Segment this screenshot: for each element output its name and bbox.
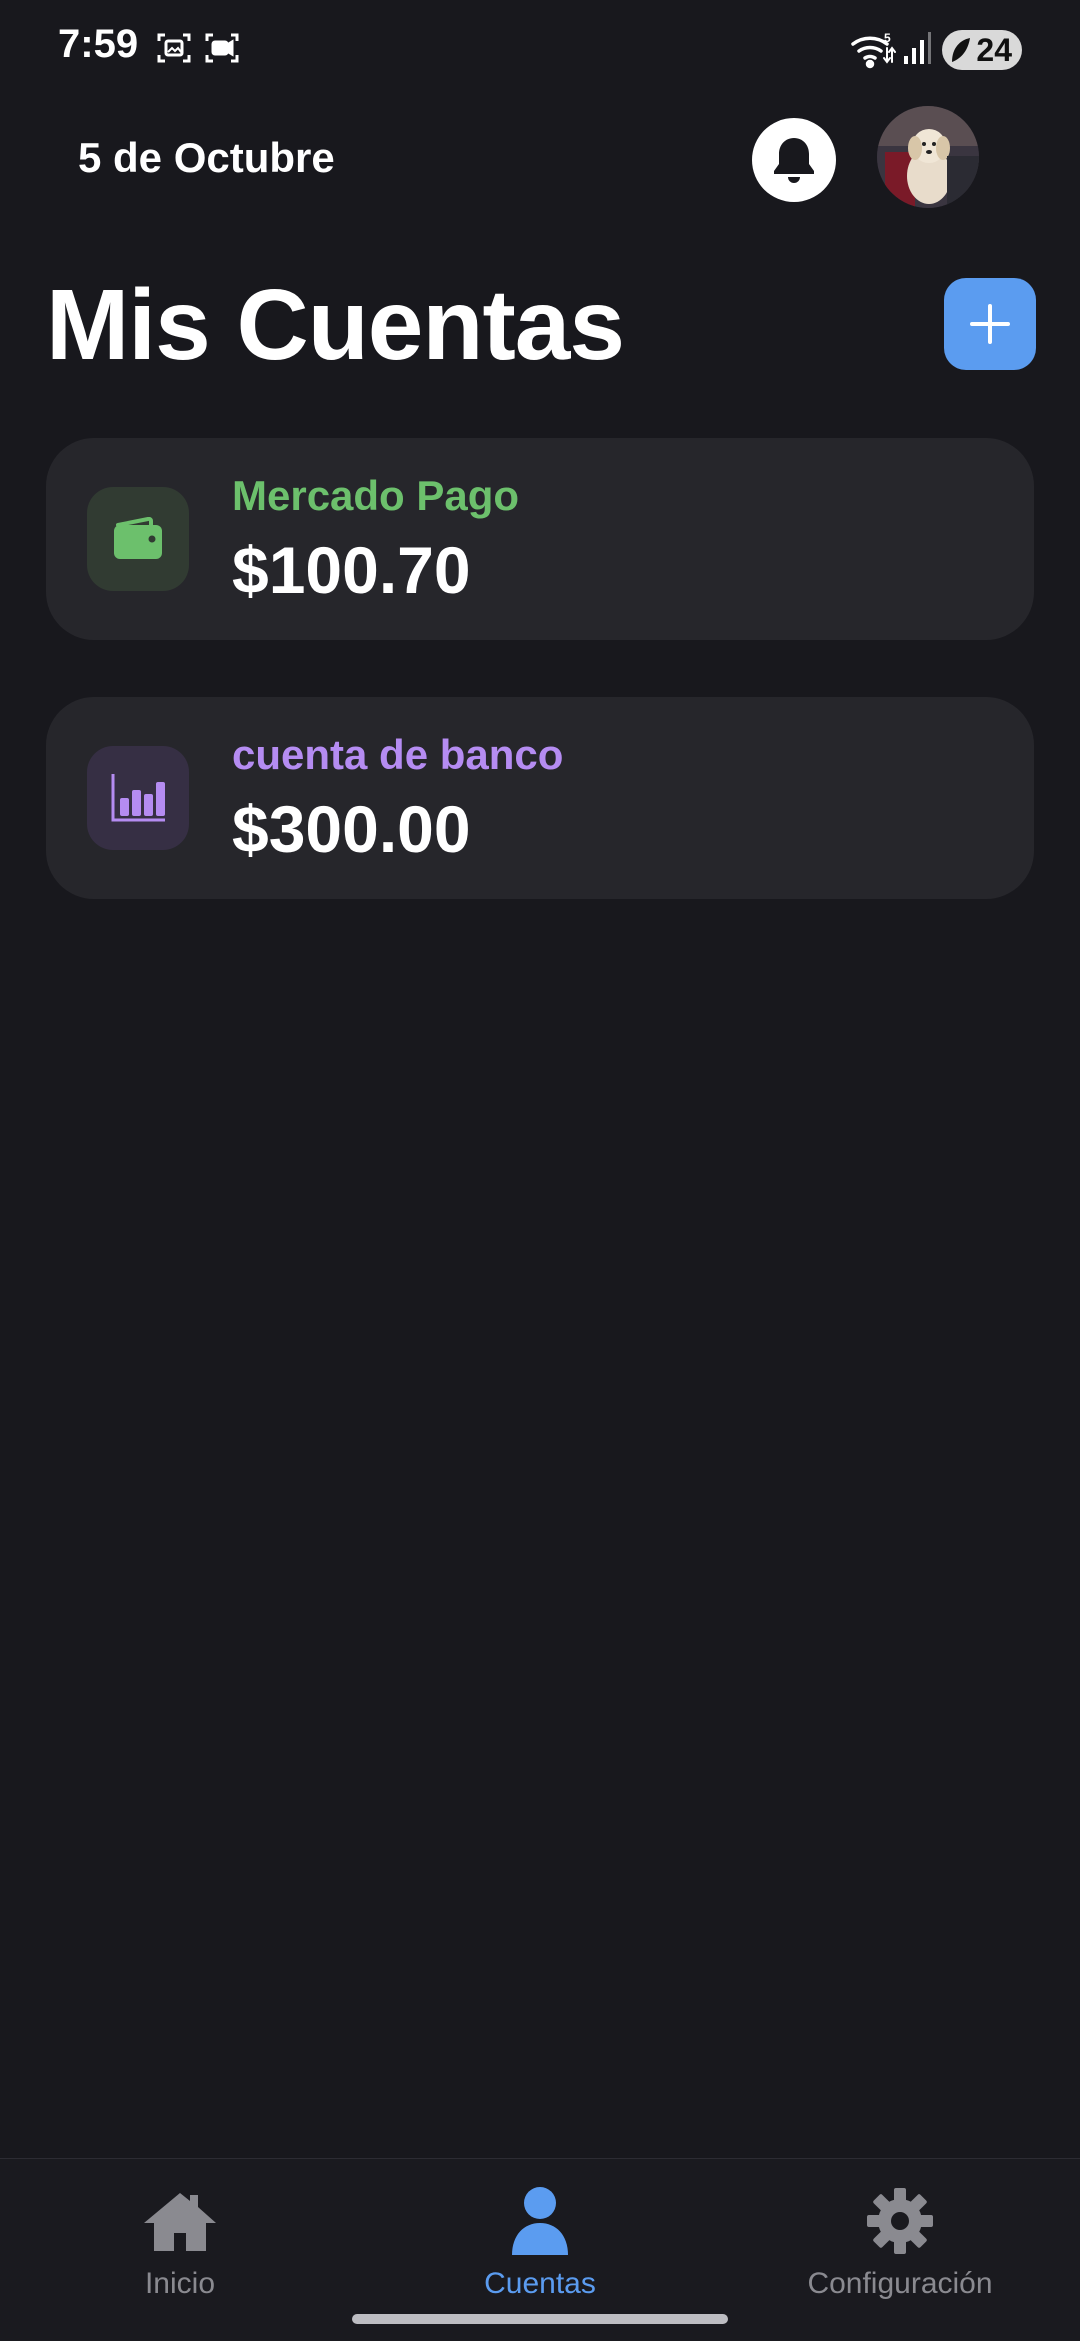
home-indicator[interactable] (352, 2314, 728, 2324)
page-title: Mis Cuentas (46, 269, 625, 381)
nav-label: Cuentas (484, 2267, 596, 2300)
account-balance: $100.70 (232, 533, 471, 607)
profile-avatar[interactable] (877, 106, 979, 208)
notifications-button[interactable] (752, 118, 836, 202)
nav-label: Configuración (807, 2267, 993, 2300)
account-balance: $300.00 (232, 792, 471, 866)
bell-icon (774, 138, 814, 183)
account-icon-box (87, 746, 189, 850)
status-time: 7:59 (58, 22, 139, 66)
status-bar: 7:59 5 24 (0, 0, 1080, 100)
battery-level: 24 (976, 31, 1012, 68)
screen-record-icon (204, 30, 240, 71)
account-card-cuenta-de-banco[interactable]: cuenta de banco $300.00 (46, 697, 1034, 899)
add-account-button[interactable] (944, 278, 1036, 370)
battery-indicator: 24 (942, 30, 1022, 70)
signal-icon (902, 30, 932, 71)
nav-item-cuentas[interactable]: Cuentas (390, 2183, 690, 2301)
account-name: cuenta de banco (232, 731, 564, 778)
nav-item-configuracion[interactable]: Configuración (750, 2183, 1050, 2301)
gear-icon (750, 2183, 1050, 2259)
account-name: Mercado Pago (232, 472, 520, 519)
avatar-dog-photo (877, 106, 979, 208)
bar-chart-icon (111, 774, 165, 822)
nav-label: Inicio (144, 2267, 216, 2300)
person-icon (390, 2183, 690, 2259)
home-icon (30, 2183, 330, 2259)
screenshot-icon (156, 30, 192, 71)
plus-icon (970, 304, 1010, 344)
wallet-icon (114, 517, 162, 559)
account-icon-box (87, 487, 189, 591)
current-date: 5 de Octubre (78, 134, 335, 181)
account-card-mercado-pago[interactable]: Mercado Pago $100.70 (46, 438, 1034, 640)
nav-item-inicio[interactable]: Inicio (30, 2183, 330, 2301)
svg-text:5: 5 (884, 31, 891, 45)
battery-saver-icon (952, 38, 970, 62)
wifi-icon: 5 (850, 30, 896, 75)
